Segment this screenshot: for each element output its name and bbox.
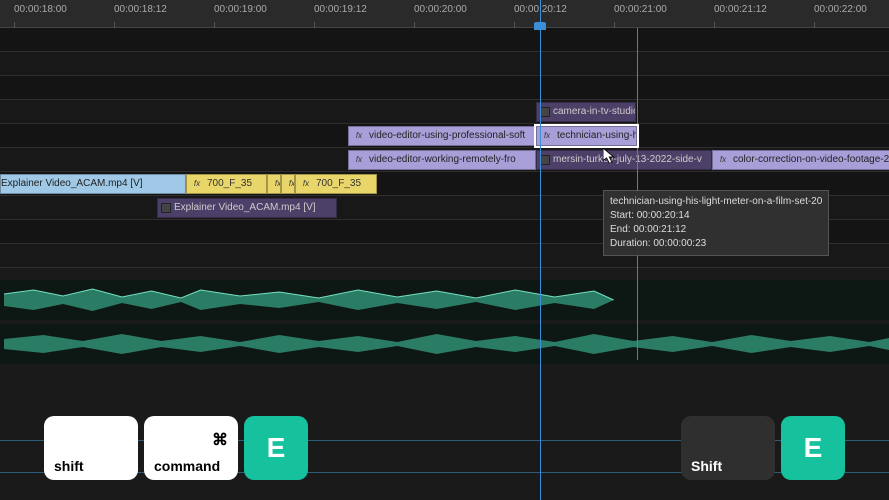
clip[interactable]: Explainer Video_ACAM.mp4 [V] (157, 198, 337, 218)
key-command: ⌘command (144, 416, 238, 480)
clip[interactable]: fx (267, 174, 281, 194)
audio-track-1[interactable] (0, 280, 889, 320)
clip-label: video-editor-working-remotely-fro (369, 151, 516, 169)
ruler-tick: 00:00:18:00 (14, 4, 67, 15)
clip[interactable]: fx700_F_35 (186, 174, 267, 194)
shortcut-right: ShiftE (681, 416, 845, 480)
clip[interactable]: fxcolor-correction-on-video-footage-2 (712, 150, 889, 170)
clip-label: video-editor-using-professional-soft (369, 127, 525, 145)
clip-label: color-correction-on-video-footage-2 (733, 151, 889, 169)
key-e: E (244, 416, 308, 480)
fx-icon: fx (190, 177, 204, 191)
key-shift: shift (44, 416, 138, 480)
ruler-tick: 00:00:19:00 (214, 4, 267, 15)
ruler-tick: 00:00:20:00 (414, 4, 467, 15)
fx-icon: fx (540, 129, 554, 143)
clip-label: camera-in-tv-studio-during-tv-rec (553, 103, 636, 121)
clip[interactable]: Explainer Video_ACAM.mp4 [V] (0, 174, 186, 194)
tooltip-title: technician-using-his-light-meter-on-a-fi… (610, 195, 822, 209)
fx-icon: fx (285, 177, 295, 191)
key-e: E (781, 416, 845, 480)
fx-icon: fx (299, 177, 313, 191)
fx-icon: fx (352, 129, 366, 143)
clip[interactable]: fxvideo-editor-using-professional-soft (348, 126, 536, 146)
ruler-tick: 00:00:19:12 (314, 4, 367, 15)
clip-thumbnail-icon (161, 203, 171, 213)
audio-track-2[interactable] (0, 324, 889, 364)
clip-thumbnail-icon (540, 107, 550, 117)
clip[interactable]: fx (281, 174, 295, 194)
clip[interactable]: mersin-turkey-july-13-2022-side-v (536, 150, 712, 170)
shortcut-left: shift⌘commandE (44, 416, 308, 480)
clip-label: 700_F_35 (316, 175, 361, 193)
ruler-tick: 00:00:21:12 (714, 4, 767, 15)
clip[interactable]: fxtechnician-using-his-light-meter- (536, 126, 637, 146)
ruler-tick: 00:00:22:00 (814, 4, 867, 15)
timeline-ruler[interactable]: 00:00:18:00 00:00:18:12 00:00:19:00 00:00:1… (0, 0, 889, 28)
key-shift: Shift (681, 416, 775, 480)
clip-tooltip: technician-using-his-light-meter-on-a-fi… (603, 190, 829, 256)
clip-thumbnail-icon (540, 155, 550, 165)
clip-label: 700_F_35 (207, 175, 252, 193)
command-symbol-icon: ⌘ (212, 430, 228, 450)
fx-icon: fx (271, 177, 281, 191)
fx-icon: fx (716, 153, 730, 167)
clip-label: Explainer Video_ACAM.mp4 [V] (174, 199, 316, 217)
clip-label: mersin-turkey-july-13-2022-side-v (553, 151, 702, 169)
clip-label: Explainer Video_ACAM.mp4 [V] (1, 175, 143, 193)
clip-label: technician-using-his-light-meter- (557, 127, 637, 145)
clip[interactable]: camera-in-tv-studio-during-tv-rec (536, 102, 636, 122)
clip[interactable]: fxvideo-editor-working-remotely-fro (348, 150, 536, 170)
ruler-tick: 00:00:21:00 (614, 4, 667, 15)
ruler-tick: 00:00:18:12 (114, 4, 167, 15)
clip[interactable]: fx700_F_35 (295, 174, 377, 194)
fx-icon: fx (352, 153, 366, 167)
ruler-tick: 00:00:20:12 (514, 4, 567, 15)
